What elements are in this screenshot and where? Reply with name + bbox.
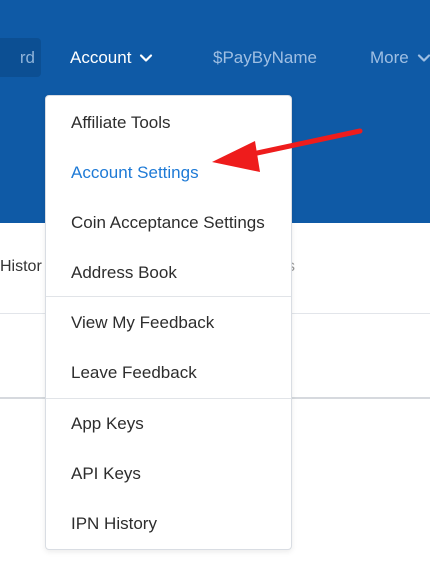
menu-item-label: Address Book	[71, 263, 177, 282]
menu-item-coin-acceptance-settings[interactable]: Coin Acceptance Settings	[46, 198, 291, 248]
menu-item-affiliate-tools[interactable]: Affiliate Tools	[46, 98, 291, 148]
menu-item-label: IPN History	[71, 514, 157, 533]
account-dropdown-menu: Affiliate Tools Account Settings Coin Ac…	[45, 95, 292, 550]
history-tab-label: Histor	[0, 258, 42, 275]
nav-more-label: More	[370, 48, 409, 67]
page: rd Account $PayByName More Histor s Affi…	[0, 0, 430, 570]
chevron-down-icon	[417, 54, 430, 62]
menu-item-label: API Keys	[71, 464, 141, 483]
menu-item-address-book[interactable]: Address Book	[46, 248, 291, 298]
menu-item-label: App Keys	[71, 414, 144, 433]
nav-paybyname-label: $PayByName	[213, 48, 317, 67]
menu-item-account-settings[interactable]: Account Settings	[46, 148, 291, 198]
nav-dashboard-label: rd	[19, 48, 35, 67]
nav-dashboard-button[interactable]: rd	[0, 38, 41, 77]
menu-item-leave-feedback[interactable]: Leave Feedback	[46, 348, 291, 398]
nav-more-menu[interactable]: More	[370, 44, 430, 72]
chevron-down-icon	[140, 54, 153, 62]
menu-item-label: Account Settings	[71, 163, 199, 182]
menu-item-label: View My Feedback	[71, 313, 215, 332]
history-tab[interactable]: Histor	[0, 258, 42, 276]
nav-account-label: Account	[70, 48, 132, 67]
menu-item-label: Coin Acceptance Settings	[71, 213, 265, 232]
menu-item-api-keys[interactable]: API Keys	[46, 449, 291, 499]
menu-separator	[46, 296, 291, 297]
nav-paybyname-link[interactable]: $PayByName	[213, 44, 317, 72]
menu-item-app-keys[interactable]: App Keys	[46, 399, 291, 449]
menu-item-ipn-history[interactable]: IPN History	[46, 499, 291, 549]
menu-item-label: Leave Feedback	[71, 363, 197, 382]
menu-item-view-my-feedback[interactable]: View My Feedback	[46, 298, 291, 348]
nav-account-menu[interactable]: Account	[70, 44, 153, 72]
menu-item-label: Affiliate Tools	[71, 113, 171, 132]
